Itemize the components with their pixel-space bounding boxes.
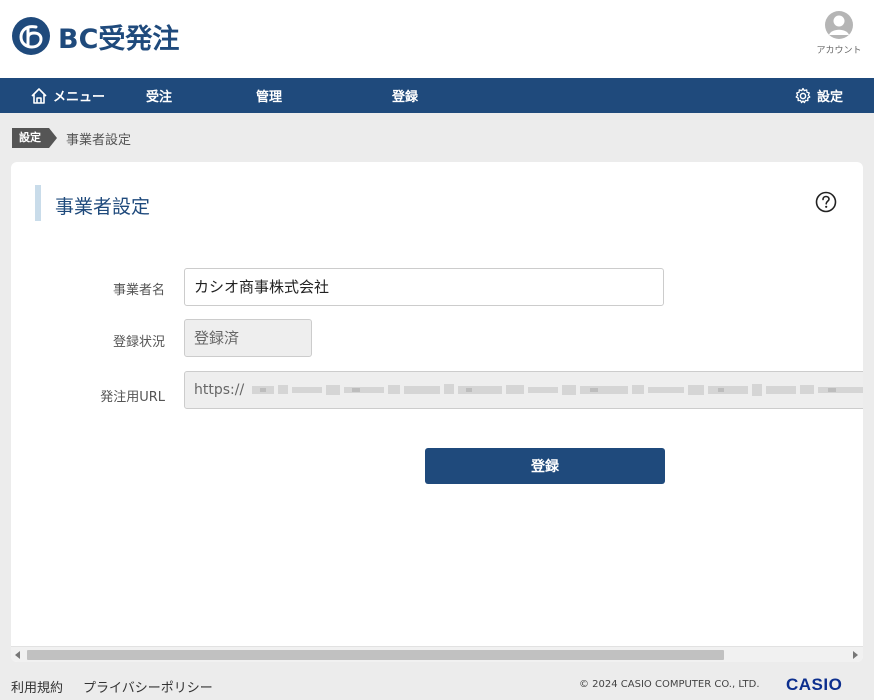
nav-menu[interactable]: メニュー <box>30 78 105 113</box>
copyright-text: © 2024 CASIO COMPUTER CO., LTD. <box>579 679 760 690</box>
horizontal-scrollbar[interactable] <box>11 646 863 662</box>
scroll-left-arrow-icon[interactable] <box>15 651 20 659</box>
breadcrumb-current: 事業者設定 <box>66 132 132 148</box>
main-nav: メニュー 受注 管理 登録 設定 <box>0 78 874 113</box>
order-url-field[interactable]: https:// <box>184 371 863 409</box>
logo-text: BC受発注 <box>58 23 180 55</box>
account-button[interactable]: アカウント <box>814 10 864 60</box>
logo-mark-icon <box>12 17 50 55</box>
user-icon <box>825 11 853 39</box>
status-field: 登録済 <box>184 319 312 357</box>
redacted-url-blur <box>251 384 863 396</box>
help-icon[interactable] <box>815 191 837 213</box>
app-header: BC受発注 アカウント <box>0 0 874 78</box>
nav-menu-label: メニュー <box>53 90 106 105</box>
privacy-link[interactable]: プライバシーポリシー <box>83 677 213 696</box>
page-title: 事業者設定 <box>55 196 151 218</box>
scrollbar-thumb[interactable] <box>27 650 724 660</box>
register-button[interactable]: 登録 <box>425 448 665 484</box>
nav-item-register[interactable]: 登録 <box>392 78 418 113</box>
order-url-text: https:// <box>194 382 245 398</box>
scroll-right-arrow-icon[interactable] <box>853 651 858 659</box>
home-icon <box>31 87 47 104</box>
nav-settings-label: 設定 <box>817 90 844 105</box>
terms-link[interactable]: 利用規約 <box>11 677 63 696</box>
breadcrumb: 設定 事業者設定 <box>12 128 131 148</box>
footer: 利用規約 プライバシーポリシー © 2024 CASIO COMPUTER CO… <box>0 672 874 700</box>
status-label: 登録状況 <box>112 335 165 350</box>
breadcrumb-settings[interactable]: 設定 <box>12 128 57 148</box>
business-name-input[interactable]: カシオ商事株式会社 <box>184 268 664 306</box>
nav-item-orders[interactable]: 受注 <box>146 78 172 113</box>
app-logo[interactable]: BC受発注 <box>12 16 179 56</box>
casio-logo: CASIO <box>786 675 843 694</box>
gear-icon <box>795 87 811 103</box>
nav-settings[interactable]: 設定 <box>794 78 843 113</box>
order-url-label: 発注用URL <box>100 390 165 405</box>
nav-item-manage[interactable]: 管理 <box>256 78 282 113</box>
settings-card: 事業者設定 事業者名 カシオ商事株式会社 登録状況 登録済 発注用URL htt… <box>11 162 863 662</box>
title-accent-bar <box>35 185 41 221</box>
business-name-label: 事業者名 <box>112 283 165 298</box>
account-label: アカウント <box>816 46 862 56</box>
